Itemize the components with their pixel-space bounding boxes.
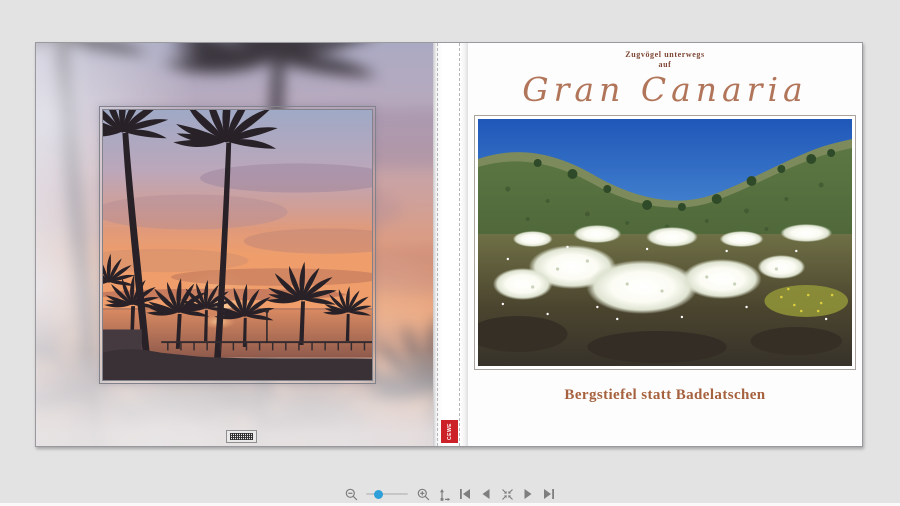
next-page-icon[interactable]: [521, 487, 535, 501]
zoom-out-icon[interactable]: [344, 487, 358, 501]
zoom-in-icon[interactable]: [416, 487, 430, 501]
cover-subtitle-line1[interactable]: Zugvögel unterwegs: [468, 50, 862, 60]
barcode-placeholder: [226, 430, 257, 443]
mountain-flowers-photo: [478, 119, 852, 366]
book-spread: CEWE Zugvögel unterwegs auf Gran Canaria: [35, 42, 863, 447]
photo-book-editor: CEWE Zugvögel unterwegs auf Gran Canaria: [0, 0, 900, 506]
last-page-icon[interactable]: [542, 487, 556, 501]
cover-caption[interactable]: Bergstiefel statt Badelatschen: [468, 387, 862, 404]
zoom-slider-thumb[interactable]: [373, 490, 383, 499]
sunset-palms-photo: [103, 110, 372, 380]
back-cover-photo-frame[interactable]: [99, 106, 376, 384]
front-cover-page[interactable]: Zugvögel unterwegs auf Gran Canaria Berg…: [468, 43, 862, 446]
previous-page-icon[interactable]: [479, 487, 493, 501]
cewe-logo: CEWE: [441, 420, 458, 443]
first-page-icon[interactable]: [458, 487, 472, 501]
cover-subtitle-line2[interactable]: auf: [468, 60, 862, 70]
zoom-slider[interactable]: [366, 487, 408, 501]
zoom-slider-track[interactable]: [366, 493, 408, 495]
cover-title-block[interactable]: Zugvögel unterwegs auf Gran Canaria: [468, 50, 862, 109]
photo-frame-inner-border: [102, 109, 373, 381]
zoom-navigation-toolbar: [0, 485, 900, 503]
cewe-logo-text: CEWE: [446, 423, 453, 440]
fit-to-screen-icon[interactable]: [500, 487, 514, 501]
book-spine[interactable]: CEWE: [433, 43, 468, 446]
back-cover-page[interactable]: [36, 43, 433, 446]
spine-fold-line-left: [437, 43, 438, 446]
barcode-bars: [230, 433, 253, 440]
spine-fold-line-right: [459, 43, 460, 446]
cover-title[interactable]: Gran Canaria: [468, 71, 862, 109]
fit-page-icon[interactable]: [437, 487, 451, 501]
cover-photo-frame[interactable]: [474, 115, 856, 370]
